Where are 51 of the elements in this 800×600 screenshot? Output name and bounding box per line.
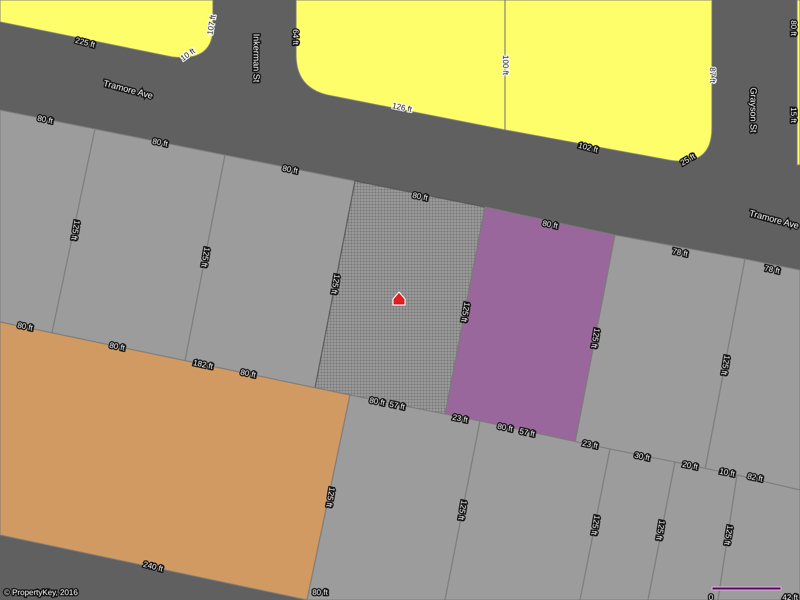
- dimension-label: 80 ft: [788, 20, 798, 36]
- dimension-label: 80 ft: [108, 340, 126, 353]
- dimension-label: 80 ft: [16, 320, 34, 333]
- dimension-label: 240 ft: [142, 560, 164, 574]
- dimension-label: 125 ft: [719, 354, 732, 376]
- dimension-label: 102 ft: [577, 140, 599, 155]
- dimension-label: 25 ft: [678, 152, 697, 168]
- dimension-label: 80 ft: [240, 368, 257, 380]
- dimension-label: 225 ft: [74, 36, 96, 50]
- dimension-label: 80 ft: [496, 422, 514, 434]
- dimension-label: 57 ft: [388, 400, 406, 412]
- dimension-label: 125 ft: [199, 246, 212, 268]
- dimension-label: 80 ft: [152, 136, 169, 149]
- dimension-label: 64 ft: [290, 29, 300, 45]
- scale-start-label: 0: [708, 593, 714, 600]
- dimension-label: 125 ft: [324, 486, 337, 508]
- dimension-label: 125 ft: [69, 219, 82, 241]
- dimension-label: 82 ft: [746, 472, 764, 484]
- dimension-label: 20 ft: [682, 460, 699, 472]
- street-label: Grayson St: [748, 87, 759, 133]
- dimension-label: 80 ft: [312, 588, 328, 598]
- dimension-label: 182 ft: [192, 358, 214, 372]
- dimension-label: 10 ft: [178, 46, 197, 63]
- dimension-label: 125 ft: [589, 514, 602, 536]
- dimension-label: 100 ft: [500, 55, 510, 75]
- scale-bar: [712, 586, 782, 590]
- attribution-text: © PropertyKey, 2016: [4, 588, 78, 597]
- dimension-label: 80 ft: [36, 114, 54, 126]
- dimension-label: 107 ft: [205, 14, 218, 36]
- dimension-label: 80 ft: [542, 218, 559, 231]
- dimension-label: 125 ft: [589, 327, 602, 349]
- dimension-label: 30 ft: [634, 450, 651, 463]
- dimension-label: 78 ft: [764, 264, 781, 276]
- dimension-label: 23 ft: [582, 438, 599, 451]
- scale-end-label: 42 ft: [782, 593, 798, 600]
- dimension-label: 87 ft: [708, 67, 717, 83]
- street-label: Tramore Ave: [102, 78, 154, 101]
- dimension-label: 125 ft: [329, 273, 342, 295]
- dimension-label: 125 ft: [459, 301, 472, 323]
- dimension-label: 10 ft: [718, 466, 736, 479]
- dimension-label: 15 ft: [788, 107, 798, 123]
- dimension-label: 126 ft: [391, 101, 413, 114]
- home-marker-icon: [392, 291, 406, 306]
- dimension-label: 80 ft: [282, 164, 299, 176]
- dimension-label: 125 ft: [456, 499, 469, 521]
- dimension-label: 78 ft: [672, 246, 689, 259]
- street-label: Inkerman St: [252, 34, 262, 82]
- street-label: Tramore Ave: [748, 208, 800, 231]
- dimension-label: 80 ft: [412, 190, 429, 203]
- dimension-label: 125 ft: [722, 524, 735, 546]
- dimension-label: 57 ft: [518, 426, 536, 439]
